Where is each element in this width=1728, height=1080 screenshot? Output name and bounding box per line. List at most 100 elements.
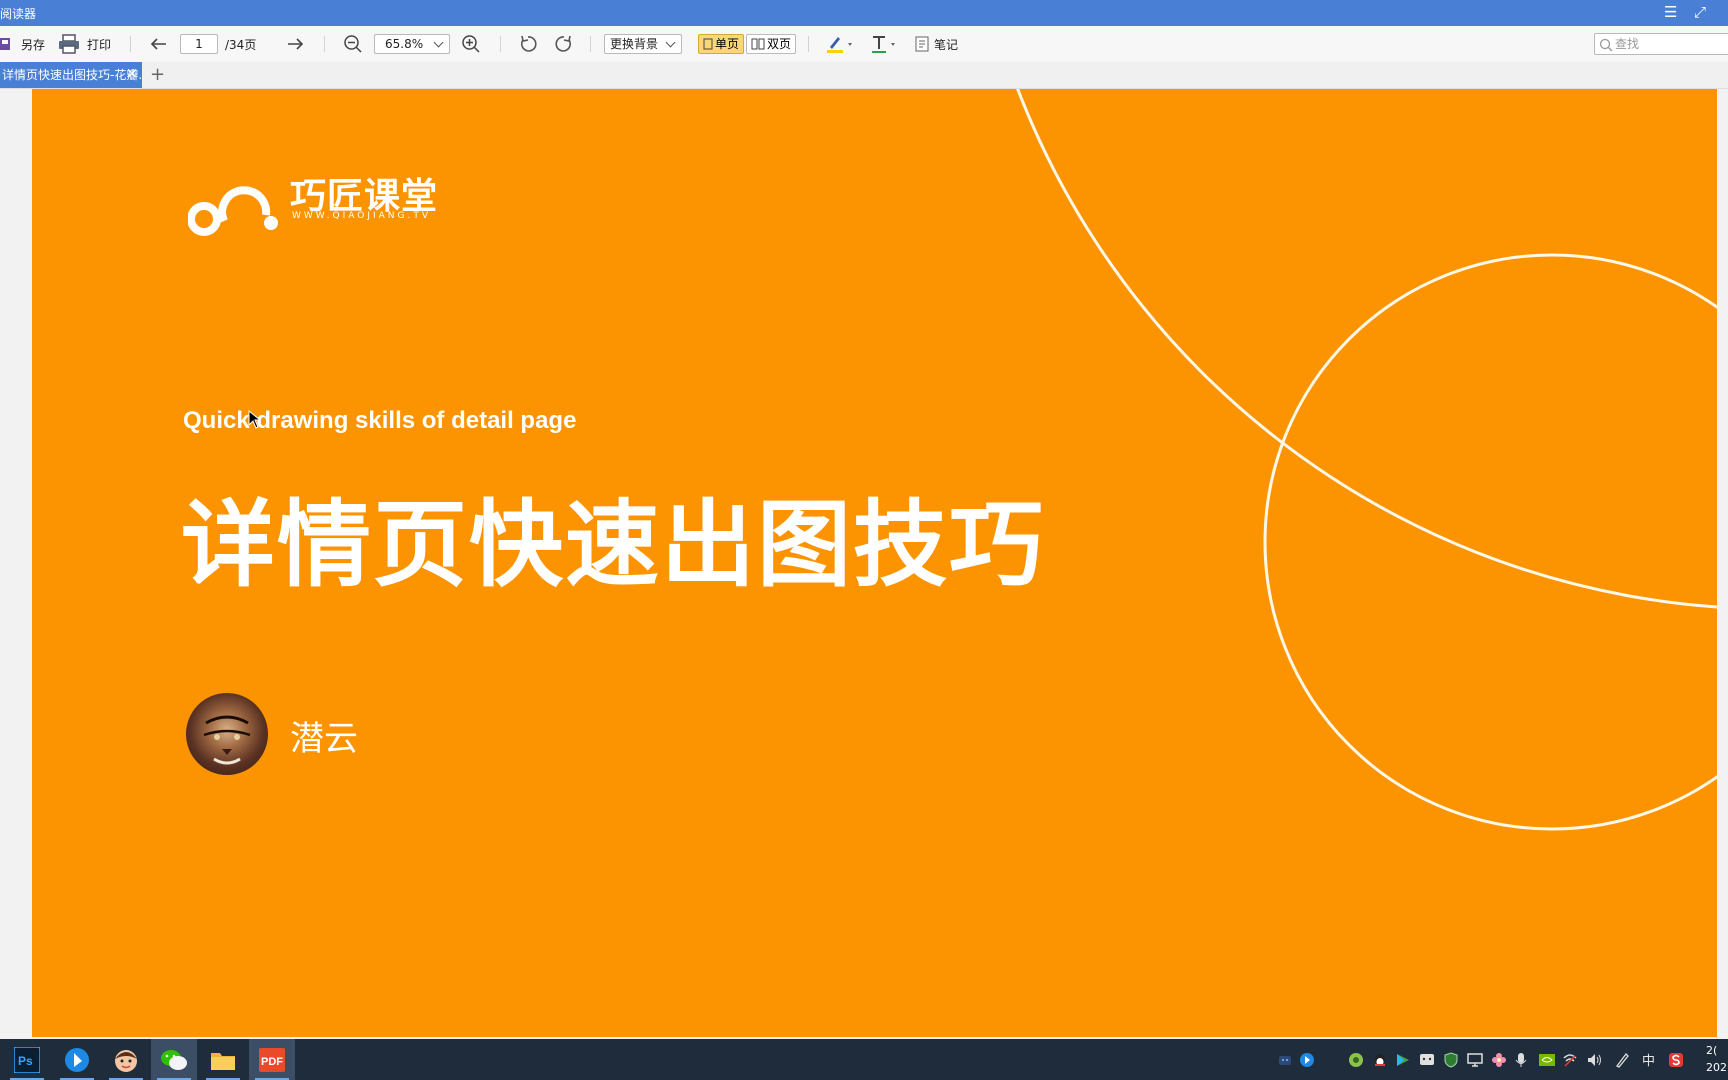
separator: [808, 36, 809, 52]
double-page-label: 双页: [767, 37, 792, 51]
background-select[interactable]: 更换背景: [604, 34, 682, 54]
zoom-select[interactable]: 65.8%: [374, 34, 450, 54]
slide-subtitle: Quick drawing skills of detail page: [183, 407, 577, 434]
logo-icon: [188, 186, 278, 236]
chevron-down-icon: [433, 37, 444, 48]
tray-item[interactable]: [1348, 1039, 1364, 1080]
network-disconnected-icon: [1563, 1053, 1577, 1067]
taskbar: Ps PDF 中 2(202: [0, 1039, 1728, 1080]
flower-tray-icon: [1492, 1052, 1506, 1067]
rotate-left-icon: [520, 35, 537, 52]
document-tab-label: 详情页快速出图技巧-花瓣...: [2, 68, 142, 82]
single-page-label: 单页: [715, 37, 740, 51]
zoom-value: 65.8%: [385, 37, 424, 51]
highlighter-icon: [827, 37, 852, 53]
toolbar: 另存 打印 1 /34页 65.8% 更换背景 单页 双页 笔记 查找: [0, 26, 1728, 63]
arrow-left-icon: [150, 38, 166, 50]
network-display-icon: [1467, 1052, 1483, 1067]
microphone-icon: [1515, 1052, 1527, 1067]
notes-label: 笔记: [934, 37, 959, 52]
zoom-out-button[interactable]: [343, 26, 363, 62]
print-label: 打印: [87, 37, 112, 52]
zoom-out-icon: [344, 35, 362, 53]
arrow-right-icon: [288, 38, 304, 50]
tray-item[interactable]: [1538, 1039, 1556, 1080]
taskbar-photoshop[interactable]: Ps: [4, 1039, 50, 1080]
slide-title: 详情页快速出图技巧: [181, 491, 1046, 600]
taskbar-pdf-reader[interactable]: PDF: [249, 1039, 295, 1080]
tiger-avatar-image: [203, 715, 251, 765]
double-page-button[interactable]: 双页: [746, 34, 797, 54]
taskbar-browser[interactable]: [103, 1039, 149, 1080]
taskbar-wechat[interactable]: [151, 1039, 197, 1080]
tray-item[interactable]: [1395, 1039, 1411, 1080]
print-button[interactable]: 打印: [58, 26, 111, 62]
tray-item[interactable]: [1419, 1039, 1435, 1080]
search-placeholder: 查找: [1615, 37, 1640, 51]
page-number-input[interactable]: 1: [180, 34, 218, 54]
tray-app-icon: [1279, 1055, 1291, 1065]
background-select-label: 更换背景: [610, 37, 659, 51]
taskbar-clock[interactable]: 2( 202: [1706, 1042, 1727, 1076]
separator: [500, 36, 501, 52]
document-tab[interactable]: 详情页快速出图技巧-花瓣...: [0, 62, 142, 88]
ime-indicator[interactable]: 中: [1642, 1039, 1655, 1080]
tray-item[interactable]: [1586, 1039, 1604, 1080]
document-viewport[interactable]: 巧匠课堂 WWW.QIAOJIANG.TV Quick drawing skil…: [0, 89, 1728, 1039]
new-tab-icon[interactable]: +: [150, 64, 165, 85]
media-player-icon: [65, 1047, 89, 1072]
wechat-icon: [161, 1049, 187, 1070]
text-button[interactable]: [870, 26, 898, 62]
qq-tray-icon: [1375, 1053, 1385, 1066]
fullscreen-icon[interactable]: ⤢: [1694, 3, 1706, 21]
file-explorer-icon: [211, 1052, 235, 1070]
tray-item[interactable]: [1515, 1039, 1527, 1080]
prev-page-button[interactable]: [150, 26, 168, 62]
play-store-tray-icon: [1397, 1053, 1409, 1066]
highlight-button[interactable]: [826, 26, 854, 62]
rotate-left-button[interactable]: [518, 26, 538, 62]
security-tray-icon: [1349, 1052, 1363, 1067]
notes-button[interactable]: 笔记: [915, 26, 958, 62]
printer-icon: [59, 34, 79, 54]
zoom-in-button[interactable]: [461, 26, 481, 62]
taskbar-media-player[interactable]: [54, 1039, 100, 1080]
photoshop-icon: Ps: [14, 1046, 40, 1073]
tray-item[interactable]: [1299, 1039, 1315, 1080]
title-bar: 阅读器 ☰ ⤢: [0, 0, 1728, 26]
text-tool-icon: [872, 36, 895, 53]
svg-text:Ps: Ps: [18, 1054, 33, 1068]
tray-item[interactable]: [1278, 1039, 1292, 1080]
browser-icon: [115, 1049, 137, 1072]
chat-tray-icon: [1420, 1053, 1434, 1065]
rotate-right-button[interactable]: [554, 26, 574, 62]
close-tab-icon[interactable]: ✕: [124, 62, 140, 88]
tray-item[interactable]: [1467, 1039, 1483, 1080]
zoom-in-icon: [462, 35, 480, 53]
separator: [130, 36, 131, 52]
sogou-input-icon: [1669, 1052, 1683, 1067]
single-page-icon: [703, 38, 713, 50]
next-page-button[interactable]: [286, 26, 304, 62]
double-page-icon: [751, 38, 765, 50]
tray-item[interactable]: [1443, 1039, 1459, 1080]
logo-url: WWW.QIAOJIANG.TV: [292, 211, 432, 221]
rotate-right-icon: [555, 35, 572, 52]
note-icon: [915, 36, 929, 52]
tray-item[interactable]: [1668, 1039, 1684, 1080]
svg-text:PDF: PDF: [261, 1056, 283, 1068]
tray-item[interactable]: [1614, 1039, 1630, 1080]
total-pages: /34页: [225, 37, 257, 52]
save-as-button[interactable]: 另存: [0, 26, 45, 62]
separator: [324, 36, 325, 52]
avatar: [186, 693, 268, 775]
tray-item[interactable]: [1491, 1039, 1507, 1080]
taskbar-file-explorer[interactable]: [200, 1039, 246, 1080]
tray-item[interactable]: [1562, 1039, 1578, 1080]
single-page-button[interactable]: 单页: [698, 34, 745, 54]
menu-icon[interactable]: ☰: [1664, 3, 1677, 21]
chevron-down-icon: [665, 37, 676, 48]
tray-item[interactable]: [1372, 1039, 1388, 1080]
search-input[interactable]: 查找: [1594, 33, 1728, 55]
nvidia-icon: [1539, 1053, 1555, 1066]
